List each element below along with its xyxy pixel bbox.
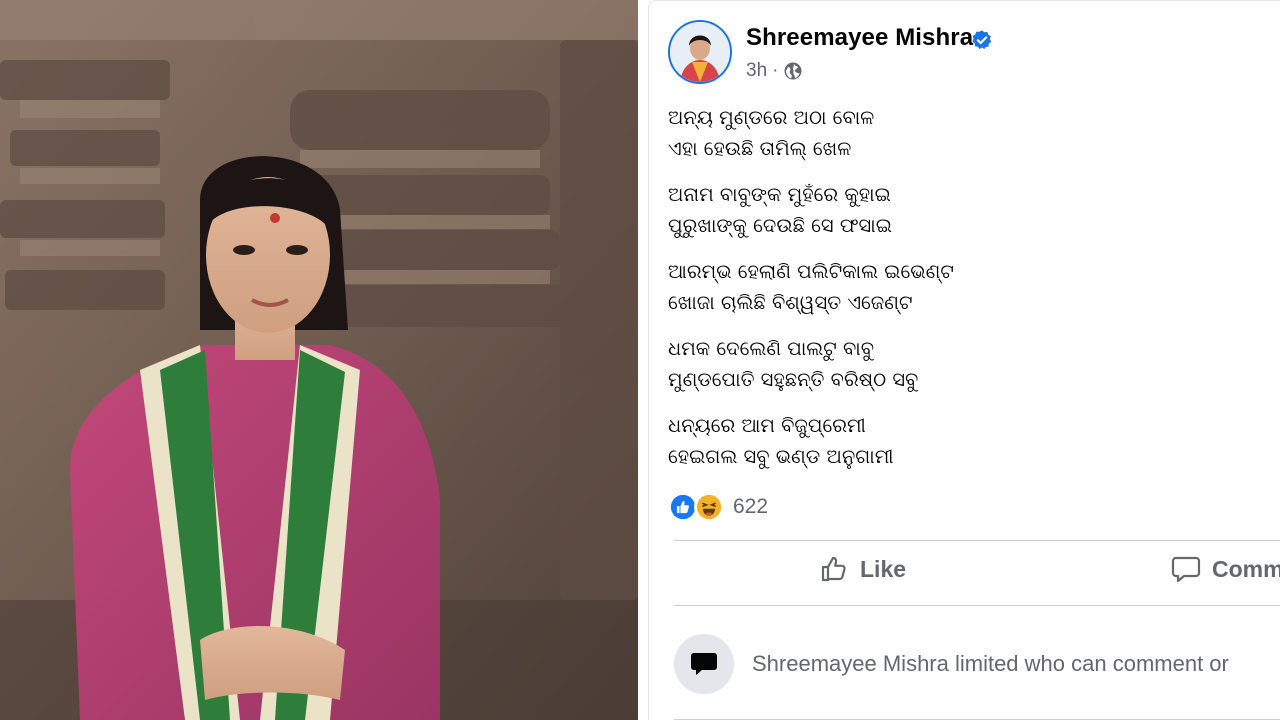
poem-line: ପୁରୁଖାଙ୍କୁ ଦେଉଛି ସେ ଫସାଇ [668, 214, 892, 237]
comment-limited-text: Shreemayee Mishra limited who can commen… [752, 651, 1229, 676]
poem-line: ଅନ୍ୟ ମୁଣ୍ଡରେ ଅଠା ବୋଳ [668, 106, 875, 129]
speech-bubble-icon [691, 653, 717, 675]
stanza: ଧମକ ଦେଲେଣି ପାଲଟୁ ବାବୁ ମୁଣ୍ଡପୋତି ସହୁଛନ୍ତି… [668, 333, 1268, 395]
poem-line: ଅନାମ ବାବୁଙ୍କ ମୁହଁରେ କୁହାଇ [668, 183, 891, 206]
post-photo[interactable] [0, 0, 638, 720]
author-avatar[interactable] [668, 20, 732, 84]
poem-line: ଖୋଜା ଚାଲିଛି ବିଶ୍ୱସ୍ତ ଏଜେଣ୍ଟ [668, 291, 913, 314]
stanza: ଅନ୍ୟ ମୁଣ୍ଡରେ ଅଠା ବୋଳ ଏହା ହେଉଛି ତାମିଲ୍ ଖେ… [668, 102, 1268, 164]
poem-line: ଧନ୍ୟରେ ଆମ ବିଜୁପ୍ରେମୀ [668, 414, 866, 437]
poem-line: ହେଇଗଲ ସବୁ ଭଣ୍ଡ ଅନୁଗାମୀ [668, 445, 894, 468]
poem-line: ମୁଣ୍ଡପୋତି ସହୁଛନ୍ତି ବରିଷ୍ଠ ସବୁ [668, 368, 919, 391]
comment-limited-notice: Shreemayee Mishra limited who can commen… [674, 634, 1229, 694]
reaction-count[interactable]: 622 [733, 495, 768, 519]
stanza: ଅନାମ ବାବୁଙ୍କ ମୁହଁରେ କୁହାଇ ପୁରୁଖାଙ୍କୁ ଦେଉ… [668, 179, 1268, 241]
poem-line: ଏହା ହେଉଛି ତାମିଲ୍ ଖେଳ [668, 137, 852, 160]
like-button[interactable]: Like [818, 553, 906, 585]
meta-separator: · [772, 60, 779, 81]
thumbs-up-icon [821, 556, 846, 582]
verified-badge-icon [972, 30, 992, 50]
panel-divider [638, 0, 648, 720]
comment-button-label: Comm [1212, 555, 1280, 582]
like-button-label: Like [860, 555, 907, 582]
post-meta: 3h · [746, 60, 803, 82]
haha-reaction-icon [694, 492, 724, 522]
divider-line [674, 540, 1280, 541]
photo-illustration [0, 0, 638, 720]
avatar-image [670, 22, 730, 82]
reactions-summary[interactable]: 622 [668, 492, 768, 522]
comment-button[interactable]: Comm [1170, 553, 1280, 585]
author-name[interactable]: Shreemayee Mishra [746, 24, 973, 52]
post-text: ଅନ୍ୟ ମୁଣ୍ଡରେ ଅଠା ବୋଳ ଏହା ହେଉଛି ତାମିଲ୍ ଖେ… [668, 102, 1268, 487]
divider-line [674, 605, 1280, 606]
comment-bubble-icon-wrap [674, 634, 734, 694]
poem-line: ଧମକ ଦେଲେଣି ପାଲଟୁ ବାବୁ [668, 337, 875, 360]
stanza: ଆରମ୍ଭ ହେଲାଣି ପଲିଟିକାଲ ଇଭେଣ୍ଟ ଖୋଜା ଚାଲିଛି… [668, 256, 1268, 318]
post-timestamp[interactable]: 3h [746, 60, 767, 82]
globe-icon[interactable] [783, 61, 803, 81]
poem-line: ଆରମ୍ଭ ହେଲାଣି ପଲିଟିକାଲ ଇଭେଣ୍ଟ [668, 260, 954, 283]
stanza: ଧନ୍ୟରେ ଆମ ବିଜୁପ୍ରେମୀ ହେଇଗଲ ସବୁ ଭଣ୍ଡ ଅନୁଗ… [668, 410, 1268, 472]
comment-icon [1171, 556, 1201, 583]
